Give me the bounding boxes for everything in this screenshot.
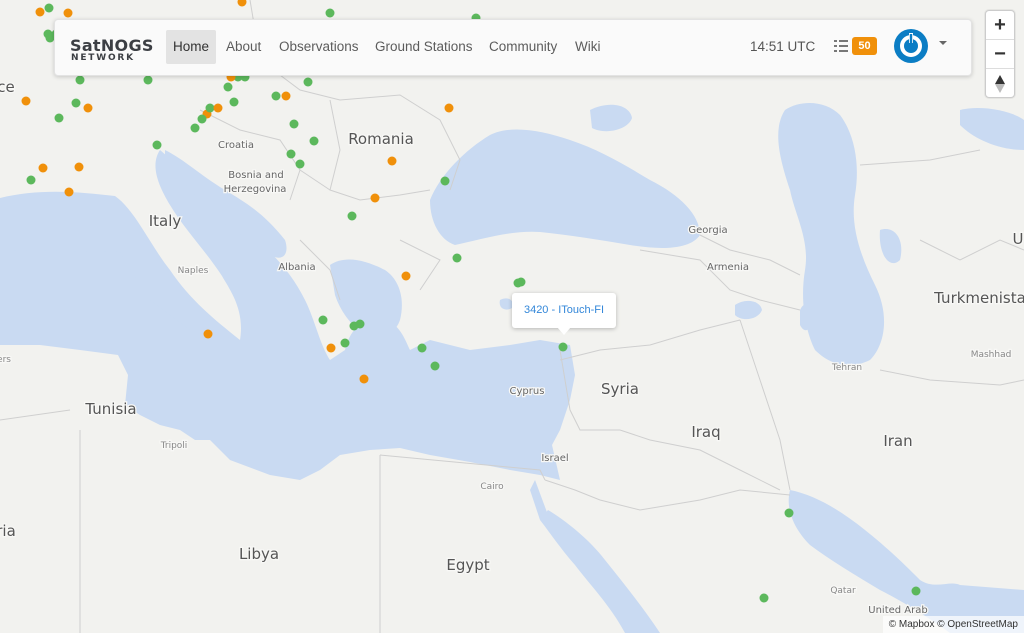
map-label: Armenia — [707, 262, 749, 273]
map-label: Tunisia — [84, 400, 136, 418]
popup-tip — [557, 327, 571, 335]
station-marker[interactable] — [75, 75, 85, 85]
station-marker[interactable] — [326, 343, 336, 353]
station-marker[interactable] — [271, 91, 281, 101]
map-label: Turkmenista — [933, 289, 1024, 307]
station-marker[interactable] — [21, 96, 31, 106]
map-attribution[interactable]: © Mapbox © OpenStreetMap — [882, 616, 1024, 633]
station-marker[interactable] — [295, 159, 305, 169]
station-marker[interactable] — [440, 176, 450, 186]
station-marker[interactable] — [71, 98, 81, 108]
map-label: Croatia — [218, 140, 254, 151]
zoom-out-button[interactable]: − — [986, 40, 1014, 69]
station-marker[interactable] — [784, 508, 794, 518]
map-label: Cairo — [480, 482, 504, 492]
station-marker[interactable] — [452, 253, 462, 263]
nav-wiki[interactable]: Wiki — [575, 30, 601, 64]
nav-community[interactable]: Community — [489, 30, 557, 64]
station-marker[interactable] — [54, 113, 64, 123]
zoom-control: + − — [985, 10, 1015, 98]
caret-down-icon[interactable] — [939, 41, 947, 45]
station-marker[interactable] — [44, 3, 54, 13]
station-marker[interactable] — [281, 91, 291, 101]
station-marker[interactable] — [349, 321, 359, 331]
zoom-in-button[interactable]: + — [986, 11, 1014, 40]
station-marker[interactable] — [203, 329, 213, 339]
reset-bearing-button[interactable] — [986, 69, 1014, 97]
map-label: Georgia — [688, 225, 727, 236]
station-marker[interactable] — [430, 361, 440, 371]
station-marker[interactable] — [444, 103, 454, 113]
station-marker[interactable] — [74, 162, 84, 172]
nav-observations[interactable]: Observations — [279, 30, 359, 64]
station-marker[interactable] — [911, 586, 921, 596]
station-marker[interactable] — [64, 187, 74, 197]
station-marker[interactable] — [223, 82, 233, 92]
nav-about[interactable]: About — [226, 30, 261, 64]
station-marker[interactable] — [401, 271, 411, 281]
map-label: Naples — [178, 266, 209, 276]
map-label: Romania — [348, 130, 414, 148]
power-icon[interactable] — [893, 28, 929, 64]
map-label: Tripoli — [160, 441, 188, 451]
map-label: Israel — [541, 453, 568, 464]
station-marker[interactable] — [213, 103, 223, 113]
station-marker[interactable] — [347, 211, 357, 221]
map-label: Qatar — [830, 586, 856, 596]
station-marker[interactable] — [387, 156, 397, 166]
map-label: Cyprus — [510, 386, 545, 397]
station-marker[interactable] — [35, 7, 45, 17]
station-marker[interactable] — [325, 8, 335, 18]
map-label: Iran — [883, 432, 912, 450]
map-label: Bosnia and — [228, 170, 283, 181]
satnogs-logo[interactable]: SatNOGS NETWORK — [70, 36, 153, 63]
station-marker[interactable] — [190, 123, 200, 133]
map-label: ria — [0, 522, 16, 540]
nav-ground-stations[interactable]: Ground Stations — [375, 30, 473, 64]
station-marker[interactable] — [370, 193, 380, 203]
station-marker[interactable] — [229, 97, 239, 107]
jobs-count-badge[interactable]: 50 — [852, 37, 877, 55]
station-marker[interactable] — [759, 593, 769, 603]
map-label: Mashhad — [971, 350, 1012, 360]
compass-icon — [995, 74, 1005, 93]
nav-home[interactable]: Home — [166, 30, 217, 64]
station-marker[interactable] — [303, 77, 313, 87]
station-marker[interactable] — [152, 140, 162, 150]
station-marker[interactable] — [205, 103, 215, 113]
map-label: Tehran — [831, 363, 862, 373]
station-marker[interactable] — [417, 343, 427, 353]
station-popup[interactable]: 3420 - ITouch-FI — [512, 293, 616, 328]
station-marker[interactable] — [143, 75, 153, 85]
station-marker[interactable] — [83, 103, 93, 113]
station-marker[interactable] — [513, 278, 523, 288]
station-marker[interactable] — [558, 342, 568, 352]
logo-text-network: NETWORK — [71, 53, 135, 63]
station-marker[interactable] — [26, 175, 36, 185]
station-marker[interactable] — [286, 149, 296, 159]
station-marker[interactable] — [289, 119, 299, 129]
map-label: Italy — [149, 212, 182, 230]
list-icon[interactable] — [834, 39, 848, 53]
map-label: Iraq — [691, 423, 720, 441]
utc-clock: 14:51 UTC — [750, 39, 816, 54]
map-label: Syria — [601, 380, 639, 398]
station-marker[interactable] — [340, 338, 350, 348]
station-marker[interactable] — [359, 374, 369, 384]
top-navbar: SatNOGS NETWORK Home About Observations … — [54, 19, 972, 76]
station-marker[interactable] — [197, 114, 207, 124]
map-label: ce — [0, 78, 15, 96]
map-label: U — [1013, 230, 1024, 248]
station-marker[interactable] — [38, 163, 48, 173]
station-marker[interactable] — [309, 136, 319, 146]
map-label: Herzegovina — [224, 184, 287, 195]
station-marker[interactable] — [43, 29, 53, 39]
map-label: United Arab — [868, 605, 927, 616]
map-label: ers — [0, 355, 11, 365]
map-label: Egypt — [446, 556, 489, 574]
map-label: Albania — [278, 262, 315, 273]
map-label: Libya — [239, 545, 279, 563]
station-marker[interactable] — [63, 8, 73, 18]
station-marker[interactable] — [318, 315, 328, 325]
